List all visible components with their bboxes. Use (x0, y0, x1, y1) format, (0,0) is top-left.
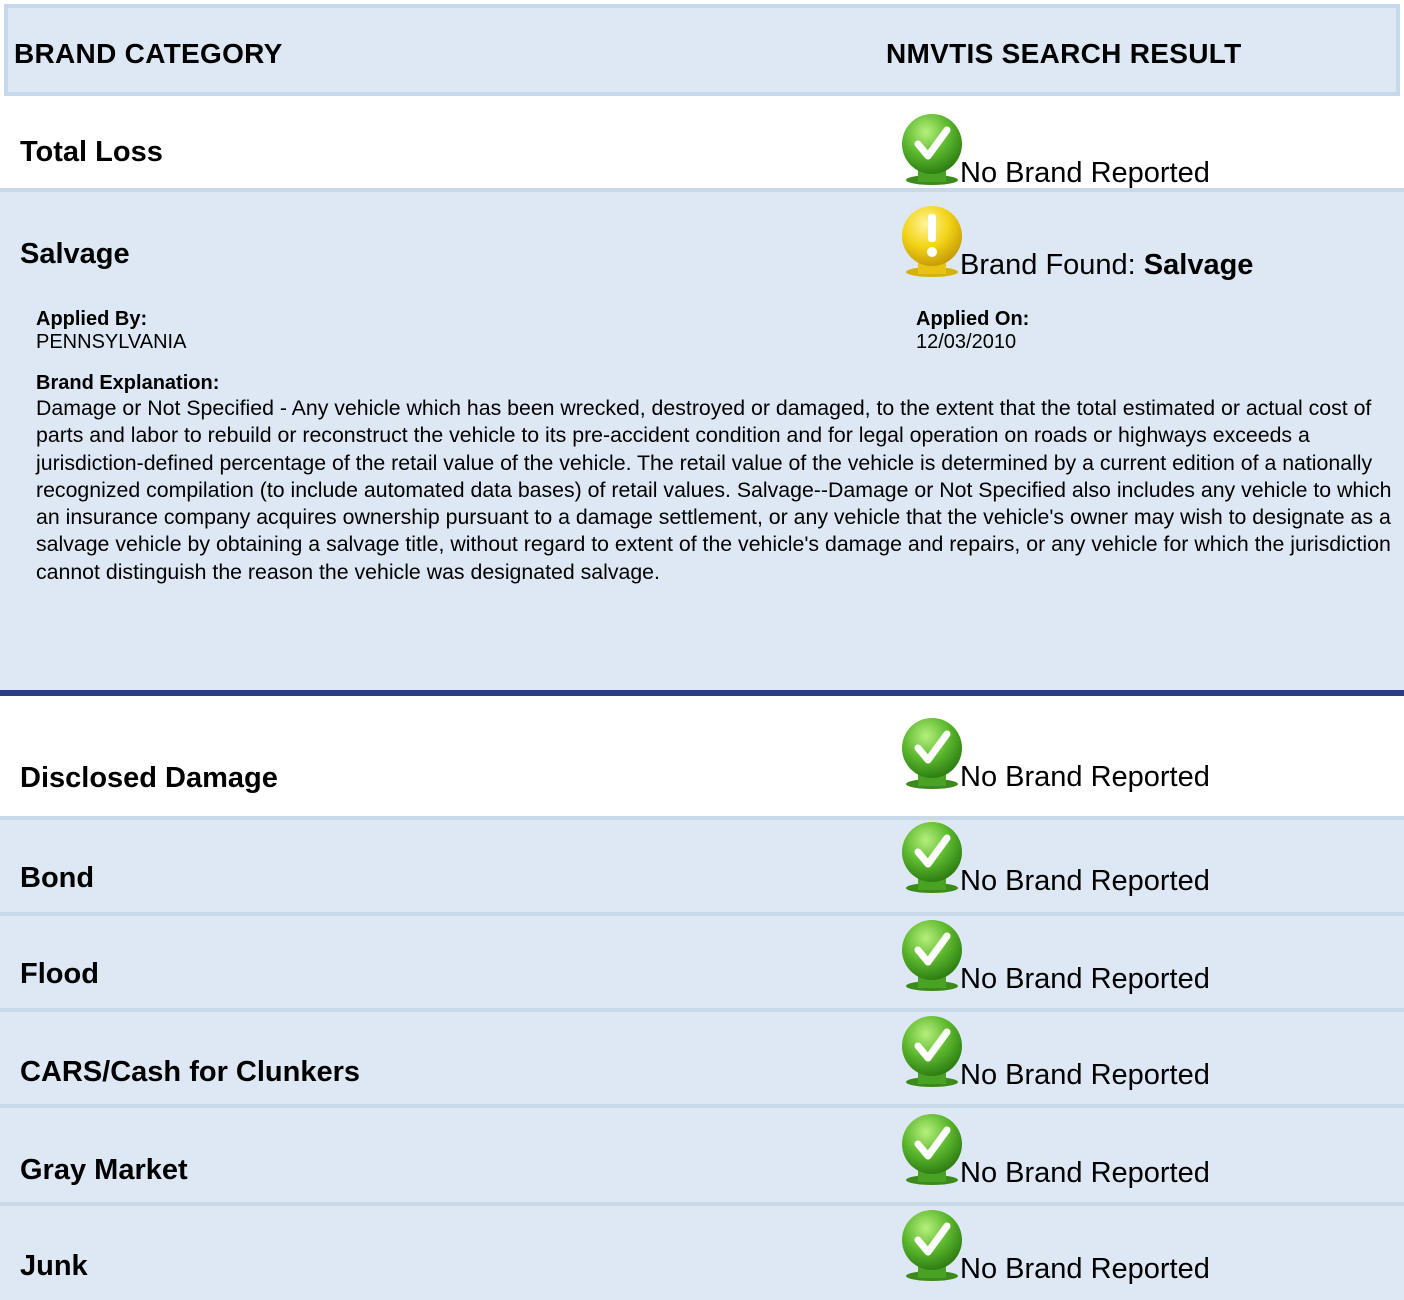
status-text: No Brand Reported (960, 865, 1210, 897)
applied-on: Applied On: 12/03/2010 (916, 308, 1029, 354)
search-result: No Brand Reported (900, 110, 1210, 189)
warning-icon (900, 202, 964, 278)
brand-category-heading: BRAND CATEGORY (14, 38, 283, 69)
search-result: No Brand Reported (900, 1012, 1210, 1091)
check-icon (900, 714, 964, 790)
status-text: No Brand Reported (960, 157, 1210, 189)
category-label: Gray Market (20, 1154, 188, 1186)
search-result: Brand Found: Salvage (900, 202, 1253, 281)
search-result: No Brand Reported (900, 714, 1210, 793)
search-result: No Brand Reported (900, 818, 1210, 897)
category-label: Flood (20, 958, 99, 990)
category-label: Salvage (20, 238, 130, 270)
table-header: BRAND CATEGORY NMVTIS SEARCH RESULT (4, 4, 1400, 96)
search-result-heading: NMVTIS SEARCH RESULT (886, 38, 1242, 69)
search-result: No Brand Reported (900, 1110, 1210, 1189)
brand-explanation: Brand Explanation: Damage or Not Specifi… (36, 372, 1396, 586)
search-result: No Brand Reported (900, 1206, 1210, 1285)
brand-row-junk: Junk No Brand Reported (0, 1202, 1404, 1300)
category-label: Total Loss (20, 136, 163, 168)
status-text: No Brand Reported (960, 1157, 1210, 1189)
check-icon (900, 818, 964, 894)
brand-row-bond: Bond No Brand Reported (0, 816, 1404, 914)
check-icon (900, 916, 964, 992)
applied-on-label: Applied On: (916, 308, 1030, 330)
applied-by-value: PENNSYLVANIA (36, 331, 187, 353)
applied-on-value: 12/03/2010 (916, 331, 1017, 353)
category-label: Bond (20, 862, 95, 894)
brand-row-disclosed-damage: Disclosed Damage No Brand Reported (0, 696, 1404, 816)
applied-by-label: Applied By: (36, 308, 148, 330)
category-label: Junk (20, 1250, 88, 1282)
brand-row-flood: Flood No Brand Reported (0, 912, 1404, 1010)
check-icon (900, 1206, 964, 1282)
category-label: Disclosed Damage (20, 762, 278, 794)
brand-row-gray-market: Gray Market No Brand Reported (0, 1104, 1404, 1204)
status-prefix: Brand Found: (960, 249, 1144, 281)
search-result: No Brand Reported (900, 916, 1210, 995)
brand-row-cars: CARS/Cash for Clunkers No Brand Reported (0, 1008, 1404, 1106)
brand-report: BRAND CATEGORY NMVTIS SEARCH RESULT Tota… (0, 0, 1404, 1300)
status-text: No Brand Reported (960, 963, 1210, 995)
status-text: No Brand Reported (960, 1059, 1210, 1091)
applied-by: Applied By: PENNSYLVANIA (36, 308, 186, 354)
status-text: No Brand Reported (960, 761, 1210, 793)
brand-row-total-loss: Total Loss No Brand Reported (0, 96, 1404, 190)
brand-explanation-label: Brand Explanation: (36, 372, 220, 394)
check-icon (900, 1012, 964, 1088)
check-icon (900, 1110, 964, 1186)
category-label: CARS/Cash for Clunkers (20, 1056, 361, 1088)
check-icon (900, 110, 964, 186)
status-text: Brand Found: Salvage (960, 249, 1253, 282)
status-brand-name: Salvage (1143, 249, 1254, 281)
brand-explanation-text: Damage or Not Specified - Any vehicle wh… (36, 396, 1392, 584)
status-text: No Brand Reported (960, 1253, 1210, 1285)
